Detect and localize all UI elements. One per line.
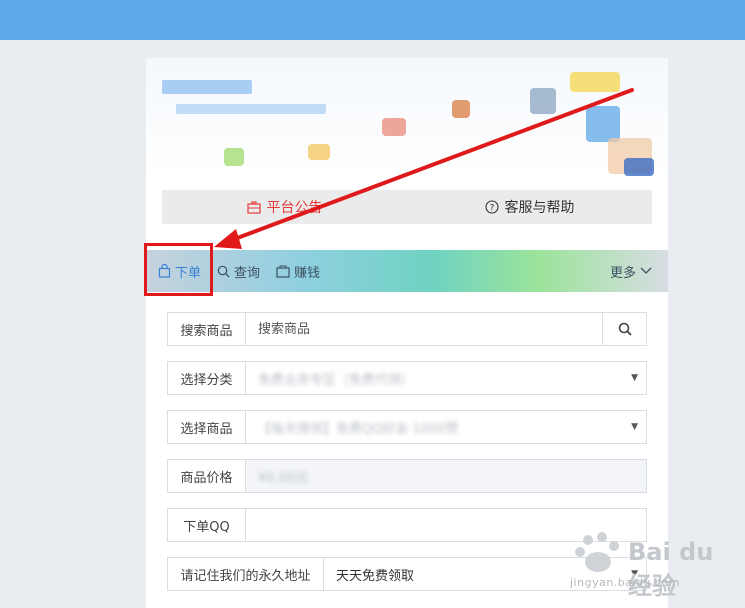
banner-decoration [570, 72, 620, 92]
briefcase-icon [246, 200, 261, 214]
product-row: 选择商品 【每天限领】免费QQ好友·1000赞 ▼ [167, 410, 647, 444]
qq-label: 下单QQ [168, 509, 246, 541]
banner-decoration [308, 144, 330, 160]
category-select[interactable]: 免费业务专区（免费代领） ▼ [246, 362, 646, 394]
search-button[interactable] [602, 313, 646, 345]
search-icon [217, 265, 230, 277]
product-label: 选择商品 [168, 411, 246, 443]
baidu-watermark: Bai du 经验 jingyan.baidu.com [570, 528, 740, 600]
watermark-url: jingyan.baidu.com [570, 576, 681, 589]
announcement-button[interactable]: 平台公告 [162, 190, 407, 224]
search-label: 搜索商品 [168, 313, 246, 345]
product-value: 【每天限领】免费QQ好友·1000赞 [258, 421, 459, 437]
tab-query-label: 查询 [234, 265, 261, 281]
address-label: 请记住我们的永久地址 [168, 558, 324, 590]
price-label: 商品价格 [168, 460, 246, 492]
tab-more-label: 更多 [609, 265, 636, 281]
address-value: 天天免费领取 [336, 568, 415, 584]
announcement-label: 平台公告 [266, 200, 323, 216]
category-row: 选择分类 免费业务专区（免费代领） ▼ [167, 361, 647, 395]
top-bar [0, 0, 745, 40]
banner-decoration [452, 100, 470, 118]
price-field: ¥0.00元 [246, 460, 646, 492]
order-card: 平台公告 ? 客服与帮助 下单 查询 赚钱 更多 搜索商品 搜索商品 选择分类 … [146, 58, 668, 608]
svg-text:?: ? [489, 204, 494, 214]
product-select[interactable]: 【每天限领】免费QQ好友·1000赞 ▼ [246, 411, 646, 443]
tab-earn[interactable]: 赚钱 [268, 250, 328, 292]
category-label: 选择分类 [168, 362, 246, 394]
chevron-down-icon [640, 267, 652, 274]
category-value: 免费业务专区（免费代领） [258, 372, 415, 388]
annotation-highlight-box [144, 243, 213, 296]
price-value: ¥0.00元 [258, 470, 309, 486]
help-label: 客服与帮助 [504, 200, 575, 216]
paw-logo-icon [575, 532, 619, 572]
search-row: 搜索商品 [167, 312, 647, 346]
caret-down-icon: ▼ [631, 422, 638, 432]
banner-decoration [530, 88, 556, 114]
tab-more[interactable]: 更多 [602, 250, 660, 292]
search-input-wrap [246, 313, 602, 345]
banner-title-blur [162, 80, 252, 94]
tab-earn-label: 赚钱 [294, 265, 321, 281]
watermark-brand: Bai du 经验 [628, 538, 714, 600]
caret-down-icon: ▼ [631, 373, 638, 383]
tab-query[interactable]: 查询 [209, 250, 268, 292]
question-circle-icon: ? [484, 200, 499, 214]
banner-decoration [382, 118, 406, 136]
price-row: 商品价格 ¥0.00元 [167, 459, 647, 493]
banner-image [146, 58, 668, 176]
banner-subtitle-blur [176, 104, 326, 114]
search-input[interactable] [258, 313, 602, 345]
tab-bar: 下单 查询 赚钱 更多 [146, 250, 668, 292]
banner-decoration [586, 106, 620, 142]
help-button[interactable]: ? 客服与帮助 [407, 190, 652, 224]
banner-decoration [624, 158, 654, 176]
search-icon [618, 322, 632, 336]
notice-bar: 平台公告 ? 客服与帮助 [162, 190, 652, 224]
wallet-icon [276, 265, 290, 278]
banner-decoration [224, 148, 244, 166]
